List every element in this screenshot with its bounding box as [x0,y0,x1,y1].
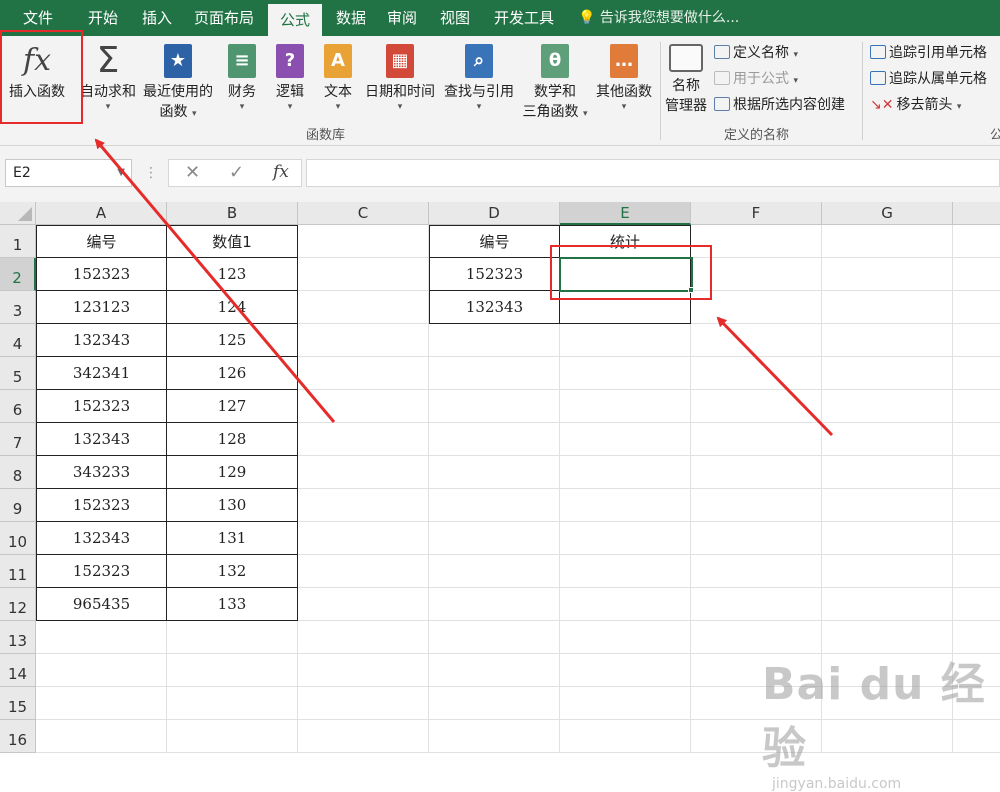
baidu-watermark: Bai du 经验 jingyan.baidu.com [762,659,986,792]
annotation-arrows [94,138,834,437]
arrow-to-insert-function [94,138,336,423]
arrow-to-target-cell [716,316,834,437]
